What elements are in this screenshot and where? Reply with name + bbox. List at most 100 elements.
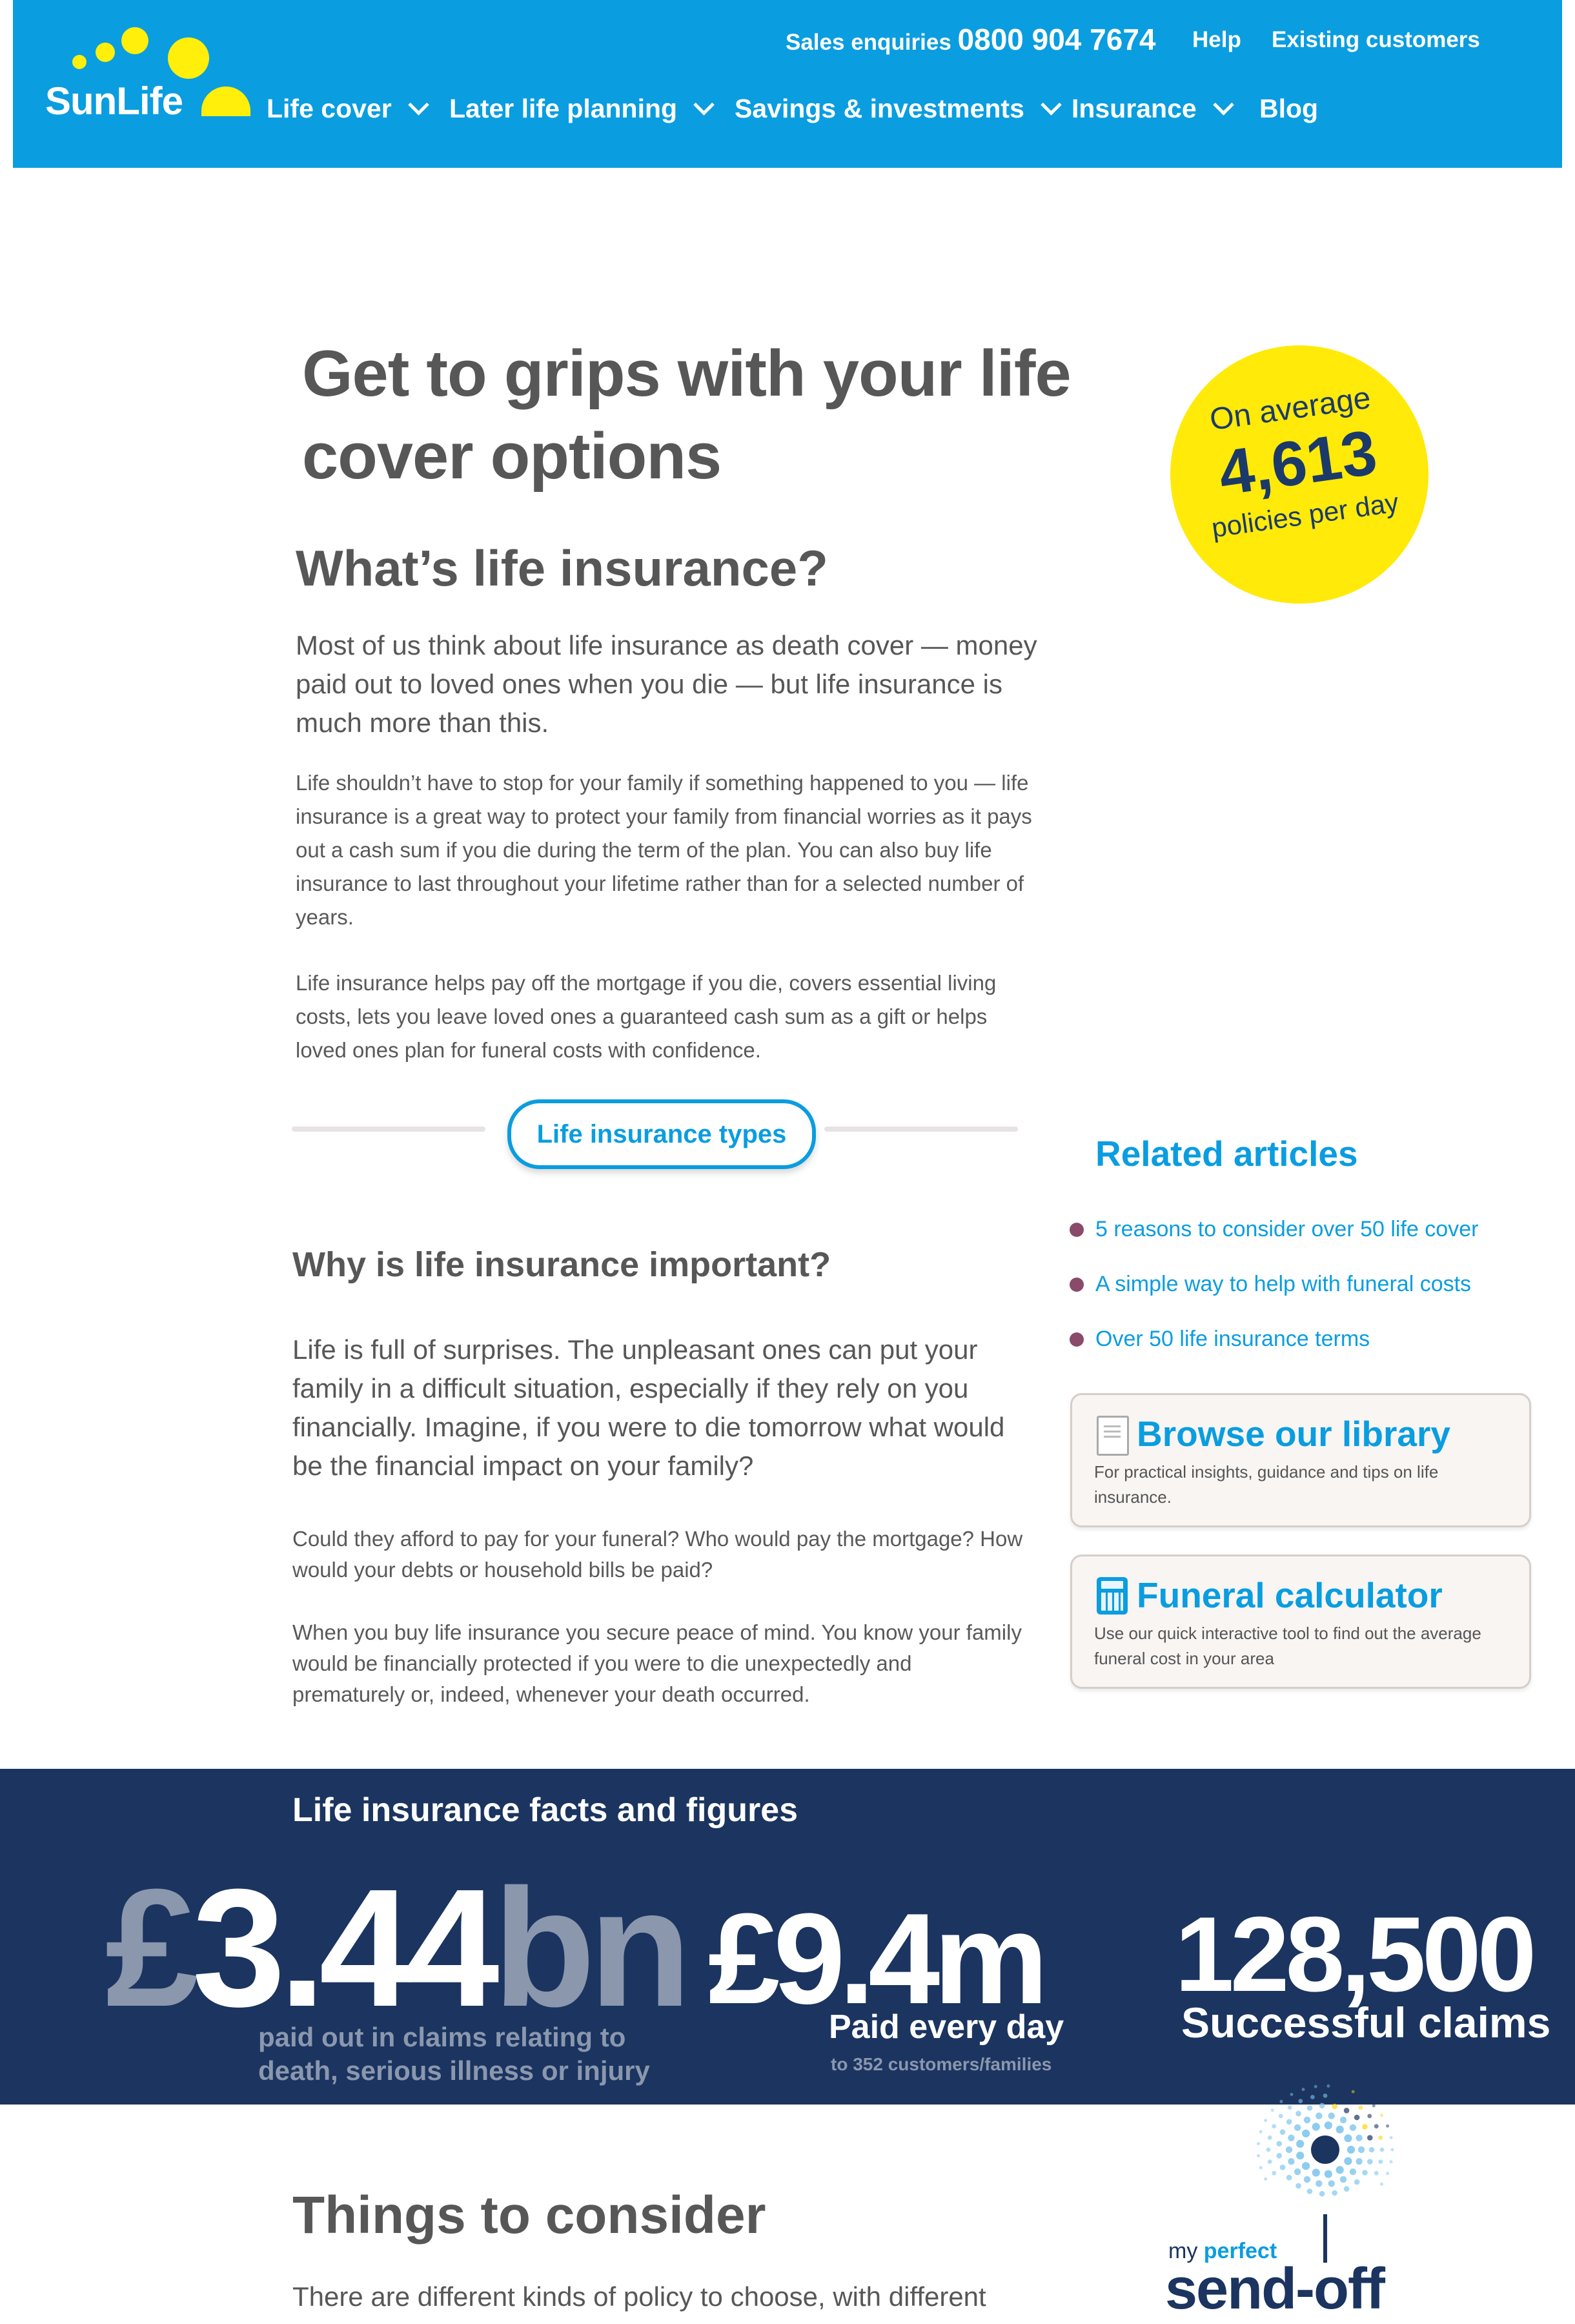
heading-why-important: Why is life insurance important? (292, 1245, 831, 1284)
related-article-link[interactable]: Over 50 life insurance terms (1070, 1327, 1370, 1352)
dandelion-dot (1367, 2114, 1372, 2119)
dandelion-dot (1259, 2166, 1263, 2170)
dandelion-dot (1290, 2092, 1294, 2096)
dandelion-dot (1288, 2134, 1295, 2141)
dandelion-dot (1343, 2108, 1350, 2114)
chevron-down-icon (407, 94, 429, 116)
dandelion-dot (1267, 2159, 1272, 2164)
nav-later-life-planning[interactable]: Later life planning (449, 94, 715, 124)
life-insurance-types-button[interactable]: Life insurance types (507, 1099, 816, 1169)
logo-sun-dot (121, 27, 148, 54)
lead-whats-life-insurance: Most of us think about life insurance as… (296, 630, 1037, 738)
browse-library-card[interactable]: Browse our library For practical insight… (1070, 1393, 1531, 1527)
dandelion-dot (1296, 2152, 1305, 2160)
dandelion-dot (1303, 2176, 1311, 2183)
nav-blog[interactable]: Blog (1259, 94, 1318, 124)
dandelion-dot (1351, 2090, 1355, 2094)
dandelion-dot (1344, 2134, 1352, 2143)
dandelion-dot (1272, 2124, 1277, 2129)
logo-sun-half (201, 87, 250, 116)
dandelion-dot (1386, 2124, 1390, 2128)
stat-paid-every-day-caption: Paid every day (829, 2008, 1064, 2046)
dandelion-dot (1380, 2114, 1383, 2117)
card-title: Browse our library (1137, 1414, 1450, 1454)
nav-savings-investments[interactable]: Savings & investments (735, 94, 1062, 124)
dandelion-dot (1336, 2166, 1344, 2174)
bullet-icon (1070, 1277, 1084, 1292)
dandelion-dot (1264, 2177, 1268, 2181)
dandelion-dot (1367, 2135, 1373, 2141)
facts-heading: Life insurance facts and figures (292, 1791, 798, 1829)
dandelion-dot (1379, 2147, 1385, 2152)
dandelion-dot (1349, 2124, 1357, 2131)
nav-label: Insurance (1072, 94, 1197, 123)
dandelion-dot (1386, 2172, 1390, 2176)
dandelion-dot (1374, 2170, 1379, 2176)
related-articles-heading: Related articles (1095, 1134, 1358, 1174)
funeral-calculator-card[interactable]: Funeral calculator Use our quick interac… (1070, 1554, 1531, 1689)
stat-claims-caption: paid out in claims relating to death, se… (258, 2021, 650, 2088)
dandelion-dot (1326, 2084, 1330, 2088)
dandelion-dot (1389, 2135, 1393, 2139)
stat-paid-every-day-subcaption: to 352 customers/families (831, 2054, 1052, 2074)
dandelion-dot (1267, 2135, 1272, 2140)
sunlife-logo[interactable]: SunLife (13, 0, 250, 148)
dandelion-dot (1336, 2125, 1344, 2134)
dandelion-dot (1328, 2180, 1335, 2187)
dandelion-dot (1324, 2170, 1332, 2178)
dandelion-dot (1306, 2105, 1313, 2111)
stat-paid-every-day: £9.4m (708, 1887, 1048, 2031)
dandelion-dot (1316, 2180, 1323, 2187)
divider-left (292, 1126, 485, 1132)
dandelion-dot (1302, 2162, 1310, 2170)
dandelion-dot (1319, 2190, 1325, 2197)
dandelion-dot (1279, 2099, 1283, 2103)
dandelion-dot (1266, 2147, 1271, 2152)
dandelion-dot (1279, 2165, 1286, 2170)
lead-life-full-of-surprises: Life is full of surprises. The unpleasan… (292, 1334, 1005, 1481)
help-link[interactable]: Help (1192, 27, 1241, 53)
dandelion-dot (1257, 2154, 1260, 2157)
sales-phone[interactable]: 0800 904 7674 (958, 23, 1156, 56)
related-article-link[interactable]: A simple way to help with funeral costs (1070, 1272, 1471, 1297)
related-article-label: A simple way to help with funeral costs (1095, 1272, 1472, 1296)
bullet-icon (1070, 1332, 1084, 1347)
dandelion-dot (1259, 2130, 1263, 2134)
existing-customers-link[interactable]: Existing customers (1272, 27, 1480, 53)
caption-line: paid out in claims relating to (258, 2022, 626, 2052)
site-header: SunLife Sales enquiries 0800 904 7674 He… (13, 0, 1562, 168)
brand-name: SunLife (45, 79, 183, 123)
related-article-label: 5 reasons to consider over 50 life cover (1095, 1217, 1479, 1241)
dandelion-dot (1285, 2146, 1293, 2154)
sales-enquiries[interactable]: Sales enquiries 0800 904 7674 (786, 22, 1156, 57)
dandelion-dot (1336, 2095, 1340, 2099)
page-title: Get to grips with your life cover option… (302, 338, 1072, 493)
dandelion-dot (1344, 2157, 1352, 2165)
dandelion-dot (1343, 2186, 1350, 2192)
card-title: Funeral calculator (1137, 1575, 1443, 1615)
dandelion-dot (1362, 2170, 1368, 2176)
dandelion-dot (1310, 2095, 1315, 2099)
dandelion-dot (1286, 2119, 1292, 2125)
dandelion-dot (1286, 2174, 1292, 2181)
heading-things-to-consider: Things to consider (292, 2186, 766, 2245)
dandelion-dot (1362, 2096, 1366, 2099)
dandelion-dot (1356, 2158, 1363, 2165)
sales-label: Sales enquiries (786, 30, 951, 55)
send-off-logo-text: send-off (1165, 2257, 1385, 2321)
dandelion-dot (1354, 2179, 1360, 2185)
dandelion-dot (1357, 2146, 1365, 2154)
dandelion-dot (1349, 2168, 1357, 2176)
dandelion-dot (1354, 2114, 1360, 2121)
dandelion-dot (1332, 2103, 1337, 2110)
facts-and-figures-section: Life insurance facts and figures £3.44bn… (0, 1769, 1575, 2105)
logo-sun-dot (72, 55, 86, 69)
nav-insurance[interactable]: Insurance (1072, 94, 1234, 124)
dandelion-dot (1298, 2099, 1303, 2104)
dandelion-dot (1257, 2142, 1260, 2146)
dandelion-dot (1367, 2159, 1373, 2165)
dandelion-dot (1380, 2182, 1383, 2186)
dandelion-dot (1328, 2112, 1335, 2119)
nav-life-cover[interactable]: Life cover (267, 94, 429, 124)
related-article-link[interactable]: 5 reasons to consider over 50 life cover (1070, 1217, 1478, 1242)
